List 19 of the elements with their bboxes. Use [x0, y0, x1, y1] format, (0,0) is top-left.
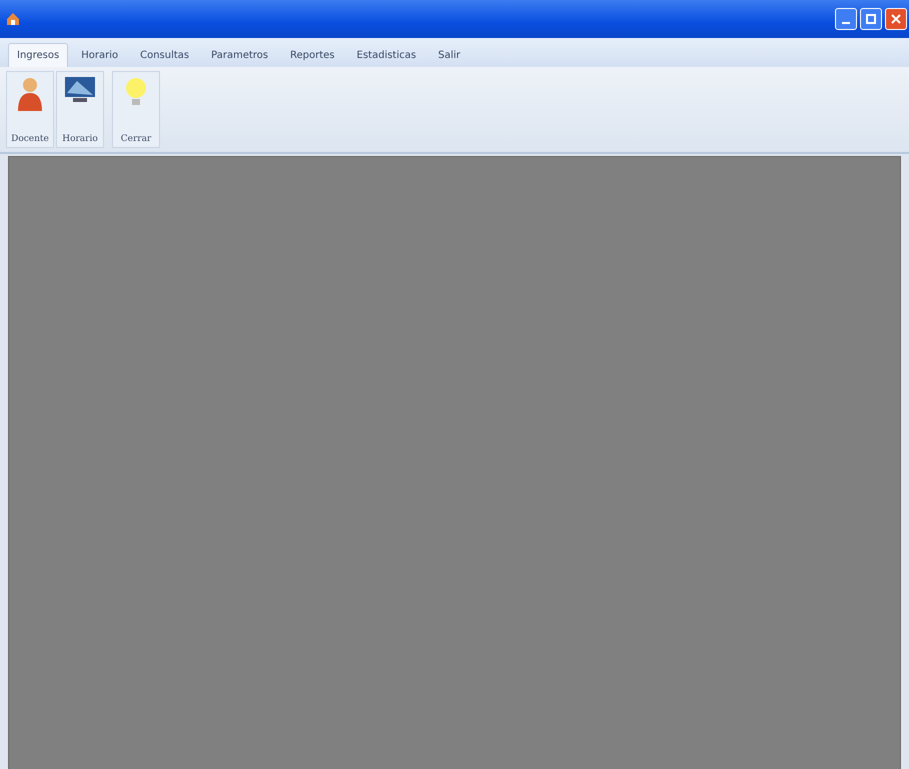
ribbon-button[interactable]: Cerrar: [112, 71, 160, 148]
person-icon: [15, 75, 45, 111]
ribbon-button[interactable]: Docente: [6, 71, 54, 148]
menu-tab[interactable]: Consultas: [131, 43, 198, 67]
menu-tab[interactable]: Parametros: [202, 43, 278, 67]
menu-tab[interactable]: Reportes: [281, 43, 344, 67]
maximize-button[interactable]: [860, 8, 882, 30]
house-icon: [6, 12, 20, 26]
menu-tab[interactable]: Ingresos: [8, 43, 68, 67]
menu-tab[interactable]: Horario: [72, 43, 128, 67]
monitor-icon: [63, 75, 97, 105]
minimize-icon: [842, 22, 850, 24]
menu-tab[interactable]: Salir: [429, 43, 470, 67]
minimize-button[interactable]: [835, 8, 857, 30]
ribbon-button[interactable]: Horario: [56, 71, 104, 148]
maximize-icon: [866, 14, 876, 24]
menu-tab[interactable]: Estadisticas: [348, 43, 426, 67]
close-icon: [891, 14, 901, 24]
close-button[interactable]: [885, 8, 907, 30]
